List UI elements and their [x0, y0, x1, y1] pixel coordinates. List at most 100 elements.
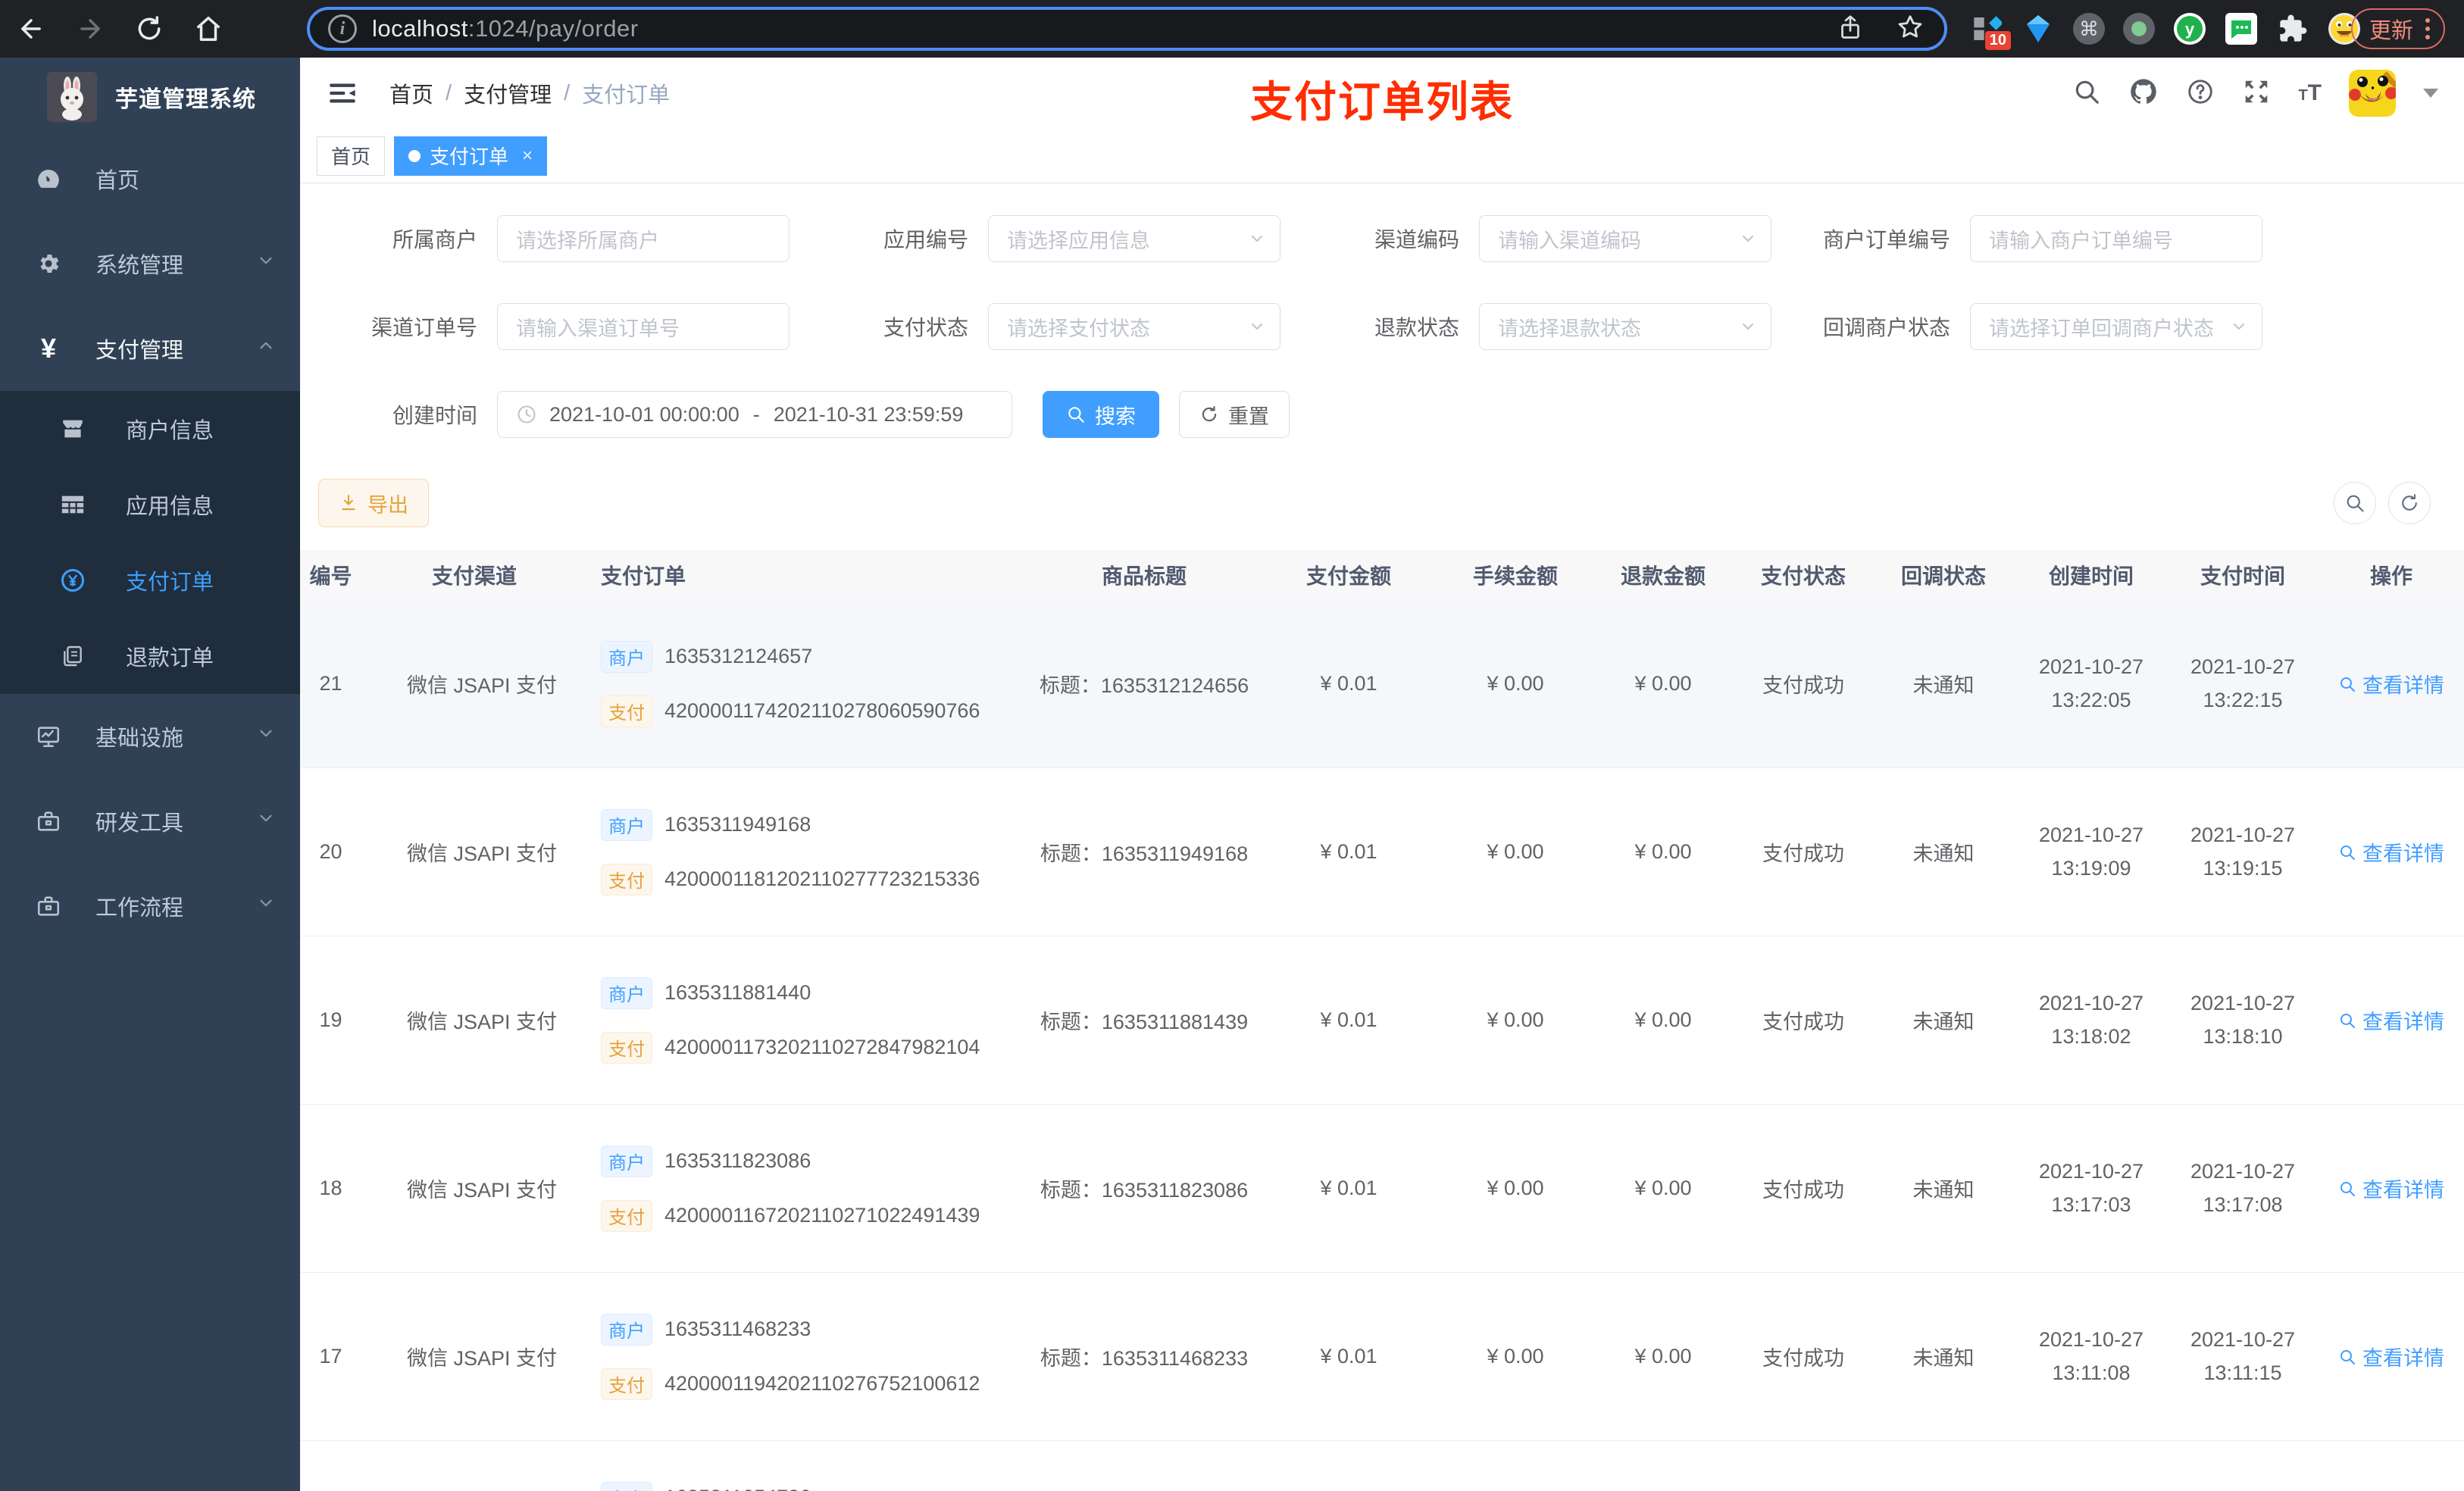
sidebar-toggle-icon[interactable] — [327, 78, 358, 108]
pay-status-select[interactable]: 请选择支付状态 — [988, 303, 1280, 350]
cell-notify: 未通知 — [1912, 1347, 1975, 1370]
table-row: 17 微信 JSAPI 支付 商户 1635311468233 支付 42000… — [300, 1273, 2464, 1441]
view-detail-link[interactable]: 查看详情 — [2319, 837, 2464, 867]
view-detail-link[interactable]: 查看详情 — [2319, 1342, 2464, 1371]
sidebar-item-home[interactable]: 首页 — [0, 136, 300, 221]
col-header-title: 商品标题 — [1101, 564, 1187, 588]
breadcrumb: 首页 / 支付管理 / 支付订单 — [389, 77, 670, 109]
search-button[interactable]: 搜索 — [1043, 391, 1159, 438]
cell-title: 标题：1635311823086 — [1040, 1179, 1249, 1202]
notify-status-select[interactable]: 请选择订单回调商户状态 — [1970, 303, 2262, 350]
cell-order: 商户 1635311949168 支付 42000011812021102777… — [542, 808, 1030, 896]
sidebar-item-refund-order[interactable]: 退款订单 — [0, 618, 300, 694]
help-icon[interactable] — [2186, 77, 2215, 110]
view-detail-link[interactable]: 查看详情 — [2319, 1005, 2464, 1035]
sidebar-item-workflow[interactable]: 工作流程 — [0, 864, 300, 949]
refund-status-select[interactable]: 请选择退款状态 — [1479, 303, 1771, 350]
toggle-search-button[interactable] — [2334, 482, 2376, 524]
fullscreen-icon[interactable] — [2242, 77, 2271, 110]
sidebar-item-devtools[interactable]: 研发工具 — [0, 779, 300, 864]
merchant-tag: 商户 — [601, 977, 652, 1009]
filter-notify-status: 回调商户状态 请选择订单回调商户状态 — [1791, 303, 2282, 350]
cell-create-time: 2021-10-27 13:22:05 — [2038, 655, 2144, 711]
extension-command-icon[interactable]: ⌘ — [2073, 13, 2105, 45]
yen-icon: ¥ — [40, 333, 57, 364]
github-icon[interactable] — [2128, 77, 2159, 111]
extension-grid-icon[interactable]: 10 — [1970, 12, 2011, 50]
export-button[interactable]: 导出 — [318, 479, 429, 527]
cell-refund: ¥ 0.00 — [1634, 1345, 1692, 1368]
cell-title: 标题：1635311881439 — [1040, 1011, 1249, 1033]
breadcrumb-home[interactable]: 首页 — [389, 77, 433, 109]
sidebar-item-infra[interactable]: 基础设施 — [0, 694, 300, 779]
sidebar-item-system[interactable]: 系统管理 — [0, 221, 300, 306]
channel-tag: 支付 — [601, 1368, 652, 1400]
extension-y-icon[interactable]: y — [2173, 12, 2206, 45]
content-area: 所属商户 请选择所属商户 应用编号 请选择应用信息 渠道编码 请输入渠道编码 商… — [300, 183, 2464, 1491]
merchant-order-no-input[interactable]: 请输入商户订单编号 — [1970, 215, 2262, 262]
filter-channel-code: 渠道编码 请输入渠道编码 — [1300, 215, 1791, 262]
font-size-icon[interactable]: TT — [2298, 80, 2322, 106]
channel-order-no-input[interactable]: 请输入渠道订单号 — [497, 303, 790, 350]
sidebar-item-pay-order[interactable]: 支付订单 — [0, 542, 300, 618]
cell-refund: ¥ 0.00 — [1634, 1008, 1692, 1031]
filter-create-time: 创建时间 2021-10-01 00:00:00 - 2021-10-31 23… — [318, 391, 1012, 438]
merchant-select[interactable]: 请选择所属商户 — [497, 215, 790, 262]
cell-fee: ¥ 0.00 — [1487, 840, 1544, 863]
extension-chat-icon[interactable] — [2225, 12, 2258, 45]
tag-close-icon[interactable]: × — [522, 145, 533, 167]
gear-icon — [33, 251, 64, 277]
site-info-icon[interactable]: i — [328, 14, 357, 43]
extension-puzzle-icon[interactable] — [2276, 12, 2309, 45]
filter-merchant-order-no: 商户订单编号 请输入商户订单编号 — [1791, 215, 2282, 262]
chevron-down-icon — [256, 893, 276, 919]
browser-back-icon[interactable] — [17, 14, 45, 43]
reset-button[interactable]: 重置 — [1179, 391, 1290, 438]
tag-home[interactable]: 首页 — [317, 136, 386, 176]
chevron-down-icon — [1739, 317, 1757, 336]
col-header-notify: 回调状态 — [1900, 564, 1986, 588]
chevron-down-icon — [256, 251, 276, 277]
sidebar-item-payment[interactable]: ¥ 支付管理 — [0, 306, 300, 391]
channel-code-select[interactable]: 请输入渠道编码 — [1479, 215, 1771, 262]
view-detail-link[interactable]: 查看详情 — [2319, 669, 2464, 699]
page: i localhost:1024/pay/order 10 ⌘ y 更新 芋道管… — [0, 0, 2464, 1491]
header-search-icon[interactable] — [2072, 77, 2101, 110]
sidebar-item-merchant-info[interactable]: 商户信息 — [0, 391, 300, 467]
merchant-order-no: 1635311823086 — [664, 1149, 811, 1172]
svg-text:y: y — [2185, 20, 2195, 39]
date-range-input[interactable]: 2021-10-01 00:00:00 - 2021-10-31 23:59:5… — [497, 391, 1012, 438]
address-bar[interactable]: i localhost:1024/pay/order — [307, 7, 1947, 51]
browser-chrome: i localhost:1024/pay/order 10 ⌘ y 更新 — [0, 0, 2464, 58]
share-icon[interactable] — [1837, 14, 1864, 45]
browser-home-icon[interactable] — [194, 14, 223, 43]
tag-pay-order[interactable]: 支付订单 × — [394, 136, 548, 176]
cell-notify: 未通知 — [1912, 1011, 1975, 1033]
extension-dot-icon[interactable] — [2123, 13, 2155, 45]
cell-fee: ¥ 0.00 — [1487, 1345, 1544, 1368]
cell-title: 标题：1635311949168 — [1040, 842, 1249, 865]
sidebar-logo-row[interactable]: 芋道管理系统 — [0, 58, 300, 136]
bookmark-star-icon[interactable] — [1896, 13, 1925, 45]
merchant-order-no: 1635311881440 — [664, 981, 811, 1004]
cell-fee: ¥ 0.00 — [1487, 672, 1544, 695]
browser-reload-icon[interactable] — [135, 14, 164, 43]
sidebar-item-app-info[interactable]: 应用信息 — [0, 467, 300, 542]
user-avatar[interactable] — [2349, 70, 2396, 117]
browser-update-button[interactable]: 更新 — [2351, 8, 2446, 49]
cell-pay-time: 2021-10-27 13:22:15 — [2190, 655, 2296, 711]
merchant-order-no: 1635311949168 — [664, 813, 811, 836]
cell-status: 支付成功 — [1762, 1011, 1844, 1033]
chevron-down-icon — [256, 724, 276, 749]
filter-app: 应用编号 请选择应用信息 — [809, 215, 1300, 262]
clock-icon — [516, 404, 537, 425]
browser-menu-icon[interactable] — [2425, 18, 2431, 39]
extension-gem-icon[interactable] — [2022, 12, 2055, 45]
merchant-tag: 商户 — [601, 1145, 652, 1177]
avatar-caret-icon[interactable] — [2423, 89, 2438, 98]
cell-id: 17 — [319, 1345, 342, 1368]
refresh-table-button[interactable] — [2388, 482, 2431, 524]
browser-forward-icon[interactable] — [76, 14, 105, 43]
view-detail-link[interactable]: 查看详情 — [2319, 1174, 2464, 1203]
app-select[interactable]: 请选择应用信息 — [988, 215, 1280, 262]
